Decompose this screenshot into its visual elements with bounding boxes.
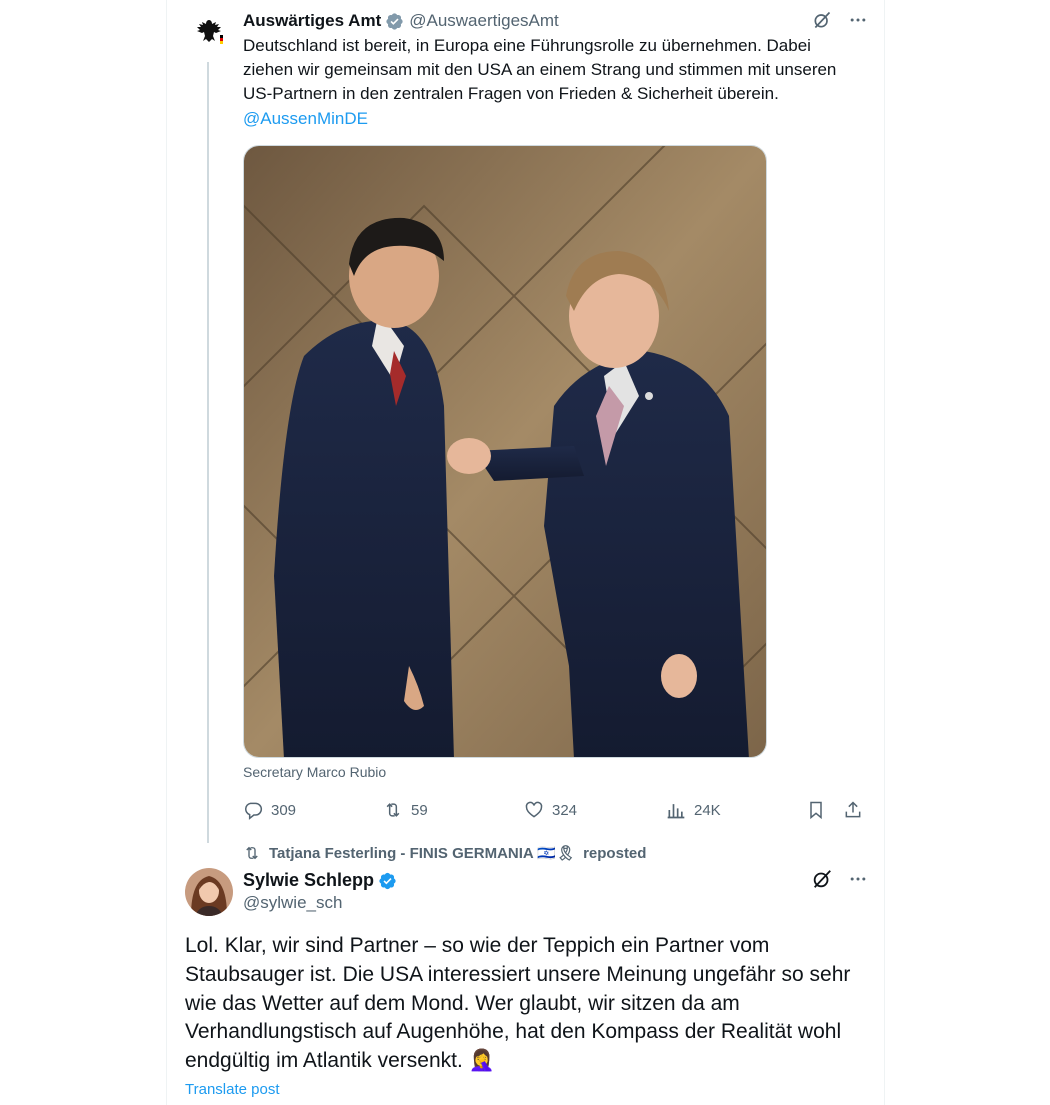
tweet2-author-handle[interactable]: @sylwie_sch bbox=[243, 893, 342, 913]
bookmark-button[interactable] bbox=[806, 796, 826, 824]
repost-icon bbox=[246, 846, 258, 860]
bookmark-icon bbox=[810, 801, 822, 820]
more-icon[interactable] bbox=[847, 9, 869, 31]
repost-banner[interactable]: Tatjana Festerling - FINIS GERMANIA 🇮🇱🎗 … bbox=[243, 843, 646, 863]
reply-icon bbox=[245, 802, 263, 820]
tweet2-author-name[interactable]: Sylwie Schlepp bbox=[243, 870, 374, 891]
views-button[interactable]: 24K bbox=[666, 796, 721, 824]
sylwie-schlepp-avatar[interactable] bbox=[185, 868, 233, 916]
tweet1-author-name[interactable]: Auswärtiges Amt bbox=[243, 11, 381, 31]
tweet1-mention-link[interactable]: @AussenMinDE bbox=[243, 109, 368, 128]
like-button[interactable]: 324 bbox=[524, 796, 577, 824]
reply-count: 309 bbox=[271, 801, 297, 819]
avatar-photo bbox=[185, 868, 233, 916]
share-button[interactable] bbox=[843, 796, 863, 824]
repost-button[interactable]: 59 bbox=[383, 796, 428, 824]
grok-icon[interactable] bbox=[811, 868, 833, 890]
photo-two-men-handshake bbox=[244, 146, 766, 757]
heart-icon bbox=[525, 801, 543, 818]
translate-post-link[interactable]: Translate post bbox=[185, 1081, 280, 1098]
share-icon bbox=[845, 801, 861, 818]
tweet1-header: Auswärtiges Amt @AuswaertigesAmt bbox=[243, 9, 559, 33]
tweet1-action-bar: 309 59 324 24K bbox=[243, 796, 865, 824]
tweet1-text: Deutschland ist bereit, in Europa eine F… bbox=[243, 34, 863, 131]
tweet1-body: Deutschland ist bereit, in Europa eine F… bbox=[243, 36, 837, 104]
grok-icon[interactable] bbox=[811, 9, 833, 31]
verified-badge-icon bbox=[385, 12, 404, 31]
repost-count: 59 bbox=[411, 801, 428, 819]
thread-connector bbox=[207, 62, 209, 843]
tweet1-photo[interactable] bbox=[243, 145, 767, 758]
tweet1-top-actions bbox=[811, 8, 869, 32]
like-count: 324 bbox=[552, 801, 578, 819]
view-count: 24K bbox=[694, 801, 721, 819]
tweet2-text: Lol. Klar, wir sind Partner – so wie der… bbox=[185, 934, 851, 1073]
more-icon[interactable] bbox=[847, 868, 869, 890]
reposter-name: Tatjana Festerling - FINIS GERMANIA 🇮🇱🎗 bbox=[269, 845, 576, 862]
tweet1-media-caption: Secretary Marco Rubio bbox=[243, 764, 387, 780]
auswaertiges-amt-avatar[interactable] bbox=[192, 14, 226, 48]
tweet1-author-handle[interactable]: @AuswaertigesAmt bbox=[409, 11, 559, 31]
repost-icon bbox=[386, 803, 400, 817]
tweet2-header: Sylwie Schlepp bbox=[243, 868, 397, 892]
verified-badge-icon bbox=[378, 871, 397, 890]
eagle-logo-icon bbox=[197, 20, 223, 44]
views-icon bbox=[667, 804, 685, 819]
reply-button[interactable]: 309 bbox=[243, 796, 296, 824]
tweet2-top-actions bbox=[811, 867, 869, 891]
reposted-label: reposted bbox=[583, 844, 647, 862]
